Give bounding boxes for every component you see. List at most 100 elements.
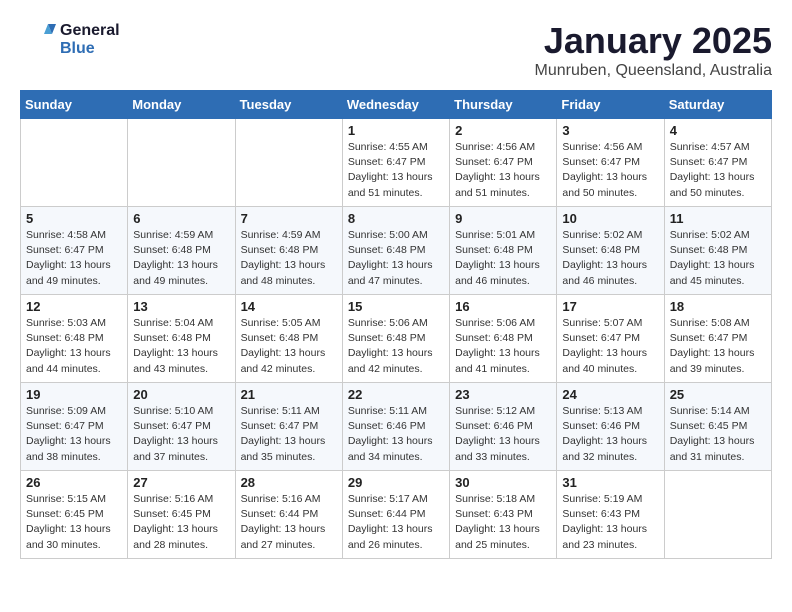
calendar-cell: 26 Sunrise: 5:15 AMSunset: 6:45 PMDayligh… (21, 471, 128, 559)
calendar-cell: 28 Sunrise: 5:16 AMSunset: 6:44 PMDayligh… (235, 471, 342, 559)
day-number: 8 (348, 211, 444, 226)
day-number: 26 (26, 475, 122, 490)
day-number: 11 (670, 211, 766, 226)
calendar-header-row: SundayMondayTuesdayWednesdayThursdayFrid… (21, 91, 772, 119)
day-number: 28 (241, 475, 337, 490)
calendar-cell: 24 Sunrise: 5:13 AMSunset: 6:46 PMDayligh… (557, 383, 664, 471)
day-info: Sunrise: 4:56 AMSunset: 6:47 PMDaylight:… (562, 140, 658, 201)
day-number: 23 (455, 387, 551, 402)
day-info: Sunrise: 5:18 AMSunset: 6:43 PMDaylight:… (455, 492, 551, 553)
day-info: Sunrise: 5:06 AMSunset: 6:48 PMDaylight:… (348, 316, 444, 377)
day-info: Sunrise: 5:10 AMSunset: 6:47 PMDaylight:… (133, 404, 229, 465)
day-info: Sunrise: 5:02 AMSunset: 6:48 PMDaylight:… (670, 228, 766, 289)
calendar-cell: 6 Sunrise: 4:59 AMSunset: 6:48 PMDaylight… (128, 207, 235, 295)
calendar-cell: 31 Sunrise: 5:19 AMSunset: 6:43 PMDayligh… (557, 471, 664, 559)
day-number: 17 (562, 299, 658, 314)
day-number: 5 (26, 211, 122, 226)
calendar-week-row: 5Sunrise: 4:58 AMSunset: 6:47 PMDaylight… (21, 207, 772, 295)
calendar-cell: 7 Sunrise: 4:59 AMSunset: 6:48 PMDaylight… (235, 207, 342, 295)
weekday-header: Tuesday (235, 91, 342, 119)
calendar-week-row: 26 Sunrise: 5:15 AMSunset: 6:45 PMDayligh… (21, 471, 772, 559)
day-number: 9 (455, 211, 551, 226)
day-info: Sunrise: 4:55 AMSunset: 6:47 PMDaylight:… (348, 140, 444, 201)
logo-text-blue: Blue (60, 40, 120, 58)
day-info: Sunrise: 4:59 AMSunset: 6:48 PMDaylight:… (241, 228, 337, 289)
day-number: 21 (241, 387, 337, 402)
day-number: 13 (133, 299, 229, 314)
day-info: Sunrise: 5:19 AMSunset: 6:43 PMDaylight:… (562, 492, 658, 553)
calendar-cell: 17 Sunrise: 5:07 AMSunset: 6:47 PMDayligh… (557, 295, 664, 383)
logo-shape (20, 20, 56, 60)
day-info: Sunrise: 5:17 AMSunset: 6:44 PMDaylight:… (348, 492, 444, 553)
calendar-cell: 12Sunrise: 5:03 AMSunset: 6:48 PMDayligh… (21, 295, 128, 383)
day-info: Sunrise: 5:13 AMSunset: 6:46 PMDaylight:… (562, 404, 658, 465)
weekday-header: Monday (128, 91, 235, 119)
day-info: Sunrise: 5:15 AMSunset: 6:45 PMDaylight:… (26, 492, 122, 553)
weekday-header: Wednesday (342, 91, 449, 119)
day-info: Sunrise: 5:11 AMSunset: 6:47 PMDaylight:… (241, 404, 337, 465)
weekday-header: Friday (557, 91, 664, 119)
logo-text-general: General (60, 22, 120, 40)
weekday-header: Thursday (450, 91, 557, 119)
calendar-cell: 14Sunrise: 5:05 AMSunset: 6:48 PMDayligh… (235, 295, 342, 383)
weekday-header: Saturday (664, 91, 771, 119)
day-number: 20 (133, 387, 229, 402)
logo: General Blue (20, 20, 120, 60)
calendar-week-row: 1 Sunrise: 4:55 AMSunset: 6:47 PMDaylight… (21, 119, 772, 207)
day-number: 2 (455, 123, 551, 138)
day-number: 24 (562, 387, 658, 402)
calendar-cell: 27 Sunrise: 5:16 AMSunset: 6:45 PMDayligh… (128, 471, 235, 559)
calendar-cell (128, 119, 235, 207)
day-number: 4 (670, 123, 766, 138)
calendar-cell: 21 Sunrise: 5:11 AMSunset: 6:47 PMDayligh… (235, 383, 342, 471)
calendar-cell: 8 Sunrise: 5:00 AMSunset: 6:48 PMDaylight… (342, 207, 449, 295)
calendar-cell (21, 119, 128, 207)
day-number: 18 (670, 299, 766, 314)
day-info: Sunrise: 5:04 AMSunset: 6:48 PMDaylight:… (133, 316, 229, 377)
calendar-cell: 18Sunrise: 5:08 AMSunset: 6:47 PMDayligh… (664, 295, 771, 383)
day-info: Sunrise: 5:09 AMSunset: 6:47 PMDaylight:… (26, 404, 122, 465)
day-number: 12 (26, 299, 122, 314)
day-number: 27 (133, 475, 229, 490)
day-number: 3 (562, 123, 658, 138)
day-info: Sunrise: 5:16 AMSunset: 6:45 PMDaylight:… (133, 492, 229, 553)
day-number: 31 (562, 475, 658, 490)
calendar-cell: 2Sunrise: 4:56 AMSunset: 6:47 PMDaylight… (450, 119, 557, 207)
day-number: 22 (348, 387, 444, 402)
day-info: Sunrise: 5:12 AMSunset: 6:46 PMDaylight:… (455, 404, 551, 465)
calendar-cell: 4 Sunrise: 4:57 AMSunset: 6:47 PMDaylight… (664, 119, 771, 207)
day-number: 29 (348, 475, 444, 490)
calendar-cell: 11 Sunrise: 5:02 AMSunset: 6:48 PMDayligh… (664, 207, 771, 295)
calendar-table: SundayMondayTuesdayWednesdayThursdayFrid… (20, 90, 772, 559)
day-number: 7 (241, 211, 337, 226)
calendar-cell: 30 Sunrise: 5:18 AMSunset: 6:43 PMDayligh… (450, 471, 557, 559)
day-info: Sunrise: 4:57 AMSunset: 6:47 PMDaylight:… (670, 140, 766, 201)
day-number: 30 (455, 475, 551, 490)
day-info: Sunrise: 5:00 AMSunset: 6:48 PMDaylight:… (348, 228, 444, 289)
day-info: Sunrise: 5:05 AMSunset: 6:48 PMDaylight:… (241, 316, 337, 377)
calendar-week-row: 12Sunrise: 5:03 AMSunset: 6:48 PMDayligh… (21, 295, 772, 383)
calendar-cell: 15 Sunrise: 5:06 AMSunset: 6:48 PMDayligh… (342, 295, 449, 383)
calendar-cell: 9Sunrise: 5:01 AMSunset: 6:48 PMDaylight… (450, 207, 557, 295)
weekday-header: Sunday (21, 91, 128, 119)
day-number: 15 (348, 299, 444, 314)
day-info: Sunrise: 5:07 AMSunset: 6:47 PMDaylight:… (562, 316, 658, 377)
calendar-cell: 10Sunrise: 5:02 AMSunset: 6:48 PMDayligh… (557, 207, 664, 295)
day-info: Sunrise: 5:14 AMSunset: 6:45 PMDaylight:… (670, 404, 766, 465)
day-number: 6 (133, 211, 229, 226)
calendar-week-row: 19Sunrise: 5:09 AMSunset: 6:47 PMDayligh… (21, 383, 772, 471)
location-subtitle: Munruben, Queensland, Australia (535, 62, 772, 80)
calendar-cell: 5Sunrise: 4:58 AMSunset: 6:47 PMDaylight… (21, 207, 128, 295)
day-number: 10 (562, 211, 658, 226)
calendar-cell (235, 119, 342, 207)
calendar-cell: 16Sunrise: 5:06 AMSunset: 6:48 PMDayligh… (450, 295, 557, 383)
day-number: 1 (348, 123, 444, 138)
page-header: General Blue January 2025 Munruben, Quee… (20, 20, 772, 80)
day-info: Sunrise: 4:59 AMSunset: 6:48 PMDaylight:… (133, 228, 229, 289)
day-info: Sunrise: 5:16 AMSunset: 6:44 PMDaylight:… (241, 492, 337, 553)
day-info: Sunrise: 5:11 AMSunset: 6:46 PMDaylight:… (348, 404, 444, 465)
calendar-cell: 23 Sunrise: 5:12 AMSunset: 6:46 PMDayligh… (450, 383, 557, 471)
calendar-cell: 29 Sunrise: 5:17 AMSunset: 6:44 PMDayligh… (342, 471, 449, 559)
calendar-cell: 25Sunrise: 5:14 AMSunset: 6:45 PMDayligh… (664, 383, 771, 471)
calendar-cell: 22 Sunrise: 5:11 AMSunset: 6:46 PMDayligh… (342, 383, 449, 471)
